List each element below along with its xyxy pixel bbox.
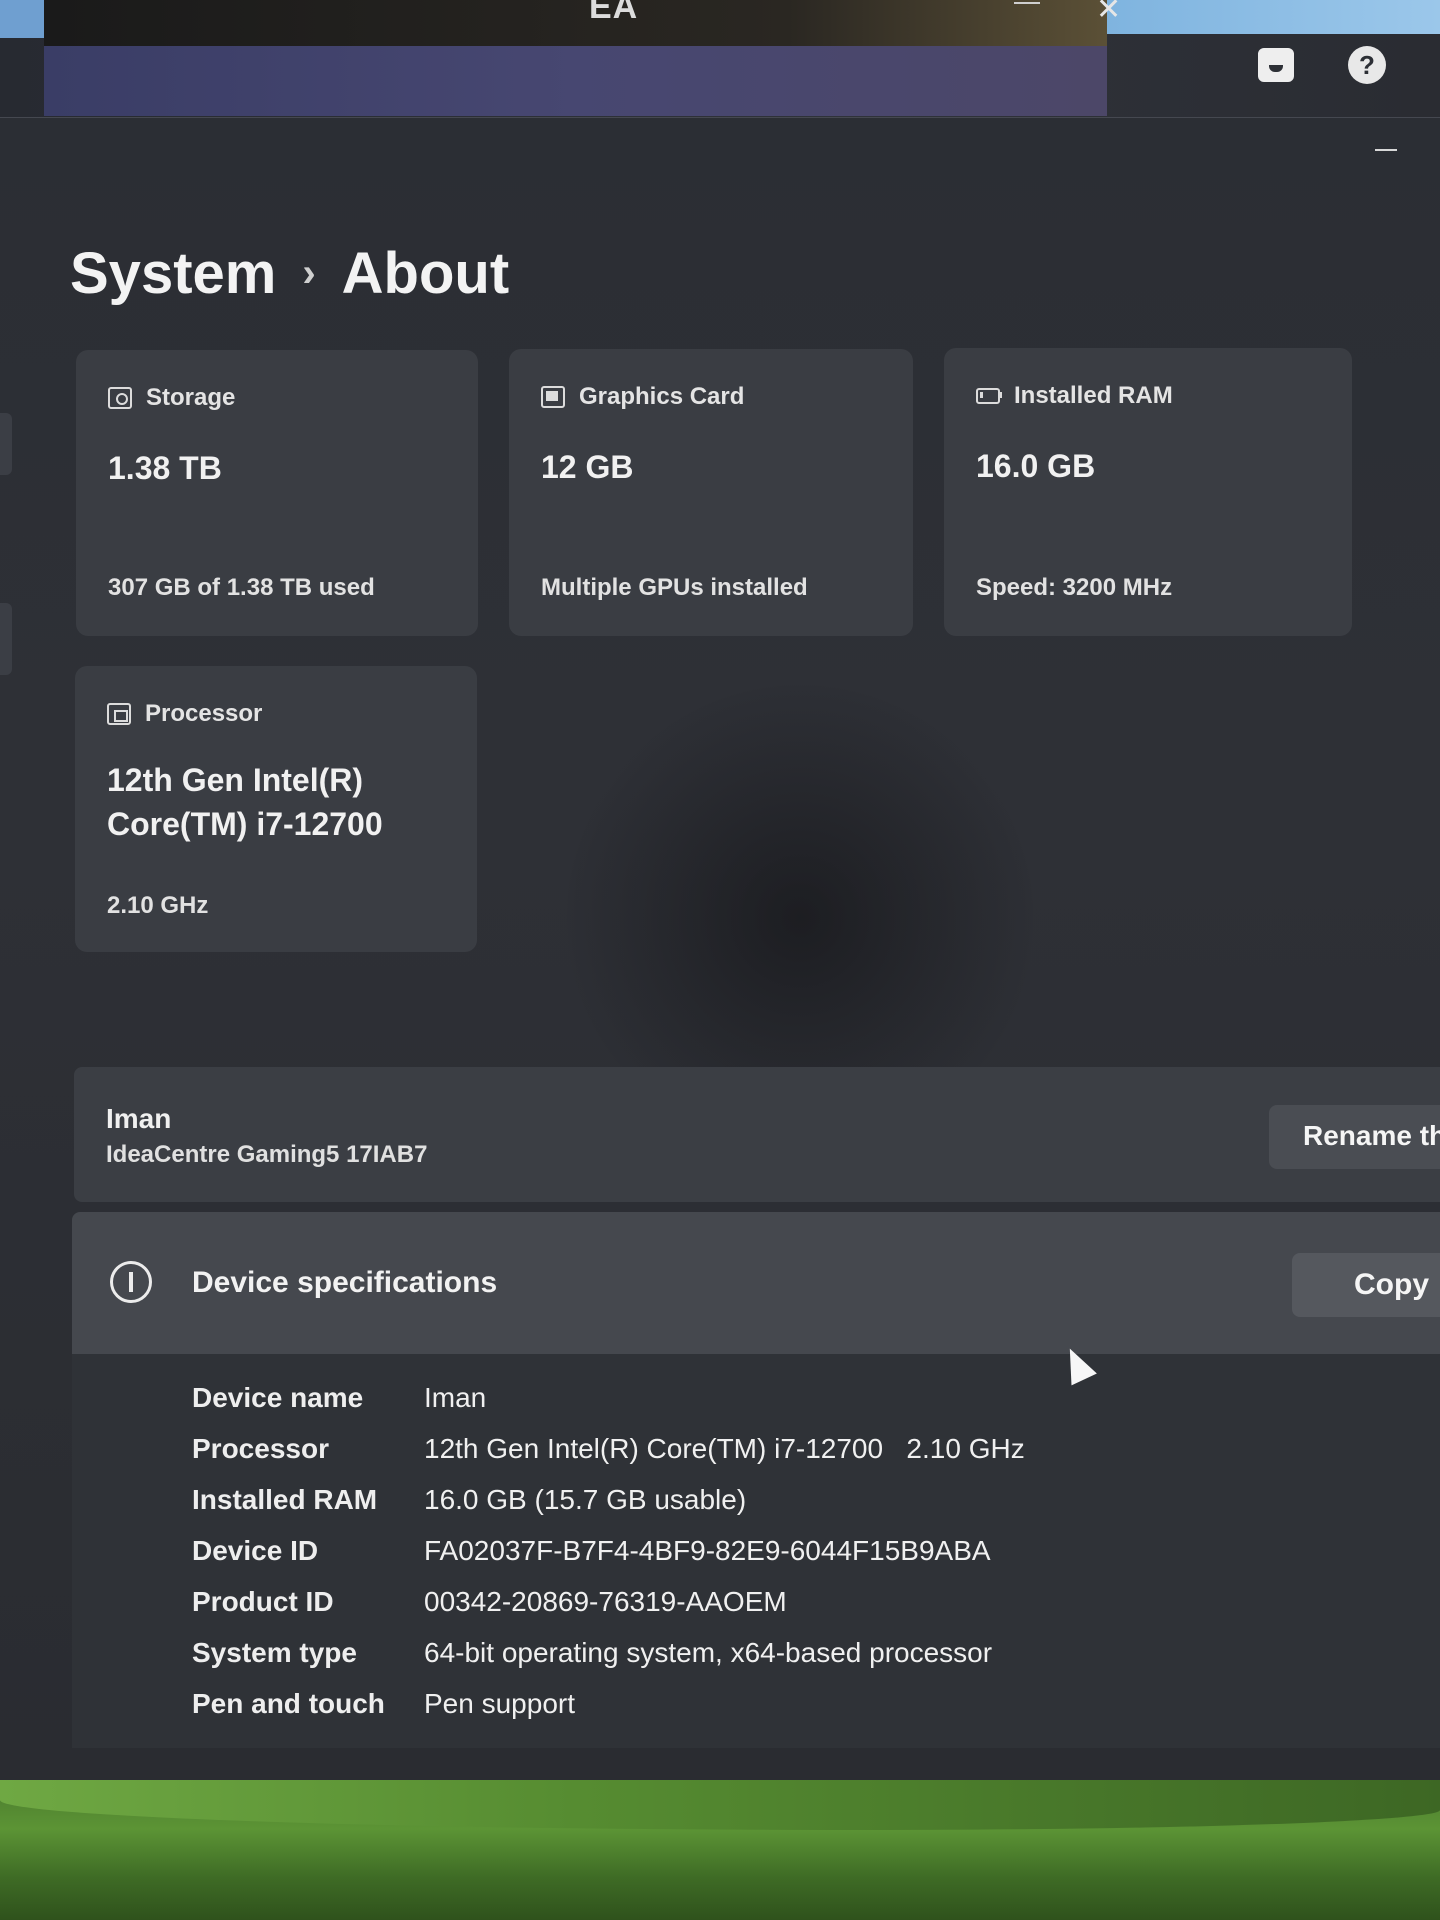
processor-speed: 2.10 GHz xyxy=(107,892,209,919)
ea-app-title: EA xyxy=(589,0,639,26)
device-specifications-title: Device specifications xyxy=(192,1266,498,1299)
spec-value: FA02037F-B7F4-4BF9-82E9-6044F15B9ABA xyxy=(424,1534,991,1566)
desktop-wallpaper xyxy=(0,1780,1440,1920)
background-window-edge-right xyxy=(1107,0,1440,34)
rename-pc-button[interactable]: Rename th xyxy=(1269,1105,1440,1169)
nav-item-partial[interactable] xyxy=(0,413,12,475)
device-model: IdeaCentre Gaming5 17IAB7 xyxy=(106,1141,428,1168)
processor-value-line2: Core(TM) i7-12700 xyxy=(107,806,383,842)
graphics-sub: Multiple GPUs installed xyxy=(541,574,808,601)
spec-label: Product ID xyxy=(192,1585,334,1617)
installed-ram-card[interactable]: Installed RAM 16.0 GB Speed: 3200 MHz xyxy=(944,348,1352,636)
processor-card-header: Processor xyxy=(107,700,262,728)
device-name: Iman xyxy=(106,1103,172,1134)
spec-row-pen-touch: Pen and touch Pen support xyxy=(192,1678,1025,1729)
spec-row-system-type: System type 64-bit operating system, x64… xyxy=(192,1627,1025,1678)
device-specifications-section: Device specifications Copy Device name I… xyxy=(72,1212,1440,1748)
spec-row-device-id: Device ID FA02037F-B7F4-4BF9-82E9-6044F1… xyxy=(192,1525,1025,1576)
ea-minimize-button[interactable] xyxy=(1014,2,1040,4)
ram-card-header: Installed RAM xyxy=(976,382,1173,410)
breadcrumb-system[interactable]: System xyxy=(70,240,276,307)
ram-speed: Speed: 3200 MHz xyxy=(976,574,1173,601)
spec-label: Pen and touch xyxy=(192,1687,385,1719)
copy-button[interactable]: Copy xyxy=(1292,1253,1440,1317)
processor-value-line1: 12th Gen Intel(R) xyxy=(107,762,364,798)
spec-label: System type xyxy=(192,1636,357,1668)
spec-row-installed-ram: Installed RAM 16.0 GB (15.7 GB usable) xyxy=(192,1474,1025,1525)
memory-icon xyxy=(976,388,1002,404)
wallpaper-grass xyxy=(0,1780,1440,1830)
spec-label: Processor xyxy=(192,1432,329,1464)
spec-label: Installed RAM xyxy=(192,1483,378,1515)
processor-card-title: Processor xyxy=(145,700,263,727)
spec-row-product-id: Product ID 00342-20869-76319-AAOEM xyxy=(192,1576,1025,1627)
ram-value: 16.0 GB xyxy=(976,448,1096,484)
spec-label: Device ID xyxy=(192,1534,319,1566)
device-specifications-header[interactable]: Device specifications Copy xyxy=(72,1212,1440,1354)
spec-value: Pen support xyxy=(424,1687,575,1719)
spec-row-processor: Processor 12th Gen Intel(R) Core(TM) i7-… xyxy=(192,1423,1025,1474)
graphics-card-title: Graphics Card xyxy=(579,383,745,410)
graphics-value: 12 GB xyxy=(541,449,634,485)
storage-icon xyxy=(108,387,132,409)
minimize-button[interactable] xyxy=(1375,149,1397,151)
spec-value: Iman xyxy=(424,1381,487,1413)
graphics-card-header: Graphics Card xyxy=(541,383,744,411)
spec-table: Device name Iman Processor 12th Gen Inte… xyxy=(192,1372,1025,1729)
nav-item-partial-2[interactable] xyxy=(0,603,12,675)
spec-label: Device name xyxy=(192,1381,364,1413)
processor-value: 12th Gen Intel(R) Core(TM) i7-12700 xyxy=(107,758,383,846)
spec-value: 16.0 GB (15.7 GB usable) xyxy=(424,1483,747,1515)
background-app-window: EA ✕ ? xyxy=(0,0,1440,122)
help-icon[interactable]: ? xyxy=(1348,46,1386,84)
ram-card-title: Installed RAM xyxy=(1014,382,1173,409)
storage-card-header: Storage xyxy=(108,384,235,412)
graphics-card-card[interactable]: Graphics Card 12 GB Multiple GPUs instal… xyxy=(509,349,913,636)
storage-card-title: Storage xyxy=(146,384,236,411)
spec-value: 64-bit operating system, x64-based proce… xyxy=(424,1636,993,1668)
page-title: About xyxy=(341,241,510,306)
device-name-row: Iman IdeaCentre Gaming5 17IAB7 Rename th xyxy=(74,1067,1440,1202)
ea-content-area xyxy=(44,46,1107,116)
processor-card[interactable]: Processor 12th Gen Intel(R) Core(TM) i7-… xyxy=(75,666,477,952)
storage-usage: 307 GB of 1.38 TB used xyxy=(108,574,375,601)
info-icon xyxy=(110,1261,152,1303)
breadcrumb: System › About xyxy=(70,240,509,307)
graphics-card-icon xyxy=(541,386,565,408)
background-window-edge xyxy=(0,0,44,38)
ea-titlebar: EA ✕ xyxy=(44,0,1121,46)
ea-close-button[interactable]: ✕ xyxy=(1096,0,1121,27)
spec-value: 12th Gen Intel(R) Core(TM) i7-12700 2.10… xyxy=(424,1432,1025,1464)
processor-icon xyxy=(107,703,131,725)
inbox-icon[interactable] xyxy=(1258,48,1294,82)
storage-card[interactable]: Storage 1.38 TB 307 GB of 1.38 TB used xyxy=(76,350,478,636)
spec-row-device-name: Device name Iman xyxy=(192,1372,1025,1423)
chevron-right-icon: › xyxy=(302,251,316,295)
storage-value: 1.38 TB xyxy=(108,450,222,486)
spec-value: 00342-20869-76319-AAOEM xyxy=(424,1585,787,1617)
